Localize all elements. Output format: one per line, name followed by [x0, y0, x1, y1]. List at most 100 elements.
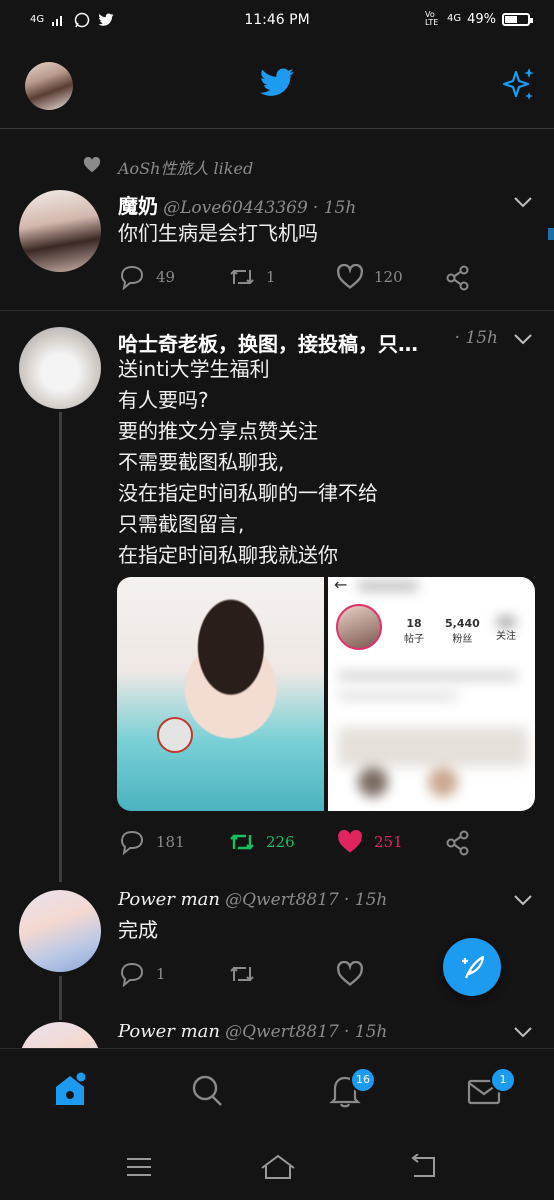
twitter-logo-icon[interactable] [259, 68, 295, 98]
tweet-text: 完成 [118, 918, 158, 942]
author-name[interactable]: Power man [118, 1021, 220, 1042]
share-icon[interactable] [444, 829, 472, 857]
tweet-author-avatar[interactable] [19, 327, 101, 409]
liked-banner: AoSh性旅人 liked [118, 159, 254, 178]
tweet-line: 只需截图留言, [118, 512, 245, 536]
chevron-down-icon[interactable] [513, 893, 533, 907]
author-handle[interactable]: @Love60443369 [163, 198, 308, 218]
heart-liked-icon [83, 157, 101, 173]
volte-indicator: Vo LTE [424, 10, 439, 27]
share-icon[interactable] [444, 264, 472, 292]
media-profile-screenshot[interactable]: ← 18 帖子 5,440 粉丝 关注 [328, 577, 535, 811]
retweet-button[interactable]: 226 [228, 829, 295, 855]
blurred-follow-value [497, 617, 515, 627]
tweet-time: · 15h [454, 328, 498, 348]
tweet-line: 送inti大学生福利 [118, 357, 270, 381]
network-indicator-right: 4G [446, 13, 462, 24]
tweet-media[interactable]: ← 18 帖子 5,440 粉丝 关注 [117, 577, 535, 811]
menu-icon[interactable] [125, 1156, 153, 1178]
back-arrow-icon: ← [334, 577, 348, 594]
tweet-time: · 15h [343, 890, 388, 910]
follow-stat: 关注 [496, 617, 516, 642]
tweet-text: 送inti大学生福利 有人要吗? 要的推文分享点赞关注 不需要截图私聊我, 没在… [118, 354, 538, 571]
reply-icon [120, 830, 144, 855]
posts-stat: 18 帖子 [404, 617, 424, 645]
blurred-username [358, 581, 418, 591]
author-name[interactable]: Power man [118, 889, 220, 910]
blurred-highlight [428, 767, 458, 797]
reply-button[interactable]: 49 [118, 264, 175, 290]
tweet-text: 你们生病是会打飞机吗 [118, 221, 318, 245]
search-icon [192, 1075, 222, 1106]
media-photo-selfie[interactable] [117, 577, 324, 811]
back-system-icon[interactable] [408, 1154, 438, 1180]
like-button[interactable]: 251 [336, 829, 403, 855]
heart-icon [336, 961, 364, 986]
profile-avatar-button[interactable] [25, 62, 73, 110]
like-count: 251 [374, 833, 403, 851]
bottom-navigation: 16 1 [0, 1048, 554, 1131]
tab-notifications[interactable]: 16 [328, 1067, 376, 1109]
retweet-active-icon [230, 834, 254, 850]
tweet-header: Power man @Qwert8817 · 15h [118, 889, 387, 910]
blurred-highlight [358, 767, 388, 797]
chevron-down-icon[interactable] [513, 1025, 533, 1039]
author-handle[interactable]: @Qwert8817 [225, 1022, 339, 1042]
chevron-down-icon[interactable] [513, 195, 533, 209]
retweet-icon [230, 269, 254, 285]
battery-icon [502, 12, 533, 26]
home-icon [56, 1072, 86, 1105]
home-system-icon[interactable] [258, 1152, 298, 1180]
scroll-indicator[interactable] [548, 228, 554, 240]
like-button[interactable]: 120 [336, 264, 403, 290]
retweet-button[interactable] [228, 961, 256, 987]
tweet-author-avatar[interactable] [19, 890, 101, 972]
blurred-bio [338, 692, 458, 700]
sparkle-icon[interactable] [500, 66, 536, 102]
author-name[interactable]: 魔奶 [118, 194, 158, 218]
tab-home[interactable] [52, 1069, 88, 1109]
messages-badge: 1 [490, 1067, 516, 1093]
reply-count: 49 [156, 268, 176, 286]
author-handle[interactable]: @Qwert8817 [225, 890, 339, 910]
posts-value: 18 [406, 617, 422, 630]
tweet-line: 要的推文分享点赞关注 [118, 419, 318, 443]
reply-button[interactable]: 181 [118, 829, 185, 855]
reply-button[interactable]: 1 [118, 961, 166, 987]
tweet-time: · 15h [343, 1022, 388, 1042]
notifications-badge: 16 [350, 1067, 376, 1093]
thread-line [59, 412, 62, 882]
heart-icon [336, 264, 364, 289]
reply-icon [120, 962, 144, 987]
retweet-count: 1 [266, 268, 276, 286]
compose-tweet-button[interactable] [443, 938, 501, 996]
status-bar: 4G 11:46 PM Vo LTE 4G 49% [0, 0, 554, 42]
retweet-icon [230, 966, 254, 982]
compose-feather-icon [462, 955, 485, 979]
fans-stat: 5,440 粉丝 [445, 617, 480, 645]
tweet-divider [0, 310, 554, 311]
tab-search[interactable] [190, 1073, 224, 1109]
like-button[interactable] [336, 961, 364, 987]
tab-messages[interactable]: 1 [466, 1067, 516, 1109]
tweet-author-avatar[interactable] [19, 190, 101, 272]
reply-icon [120, 265, 144, 290]
tweet-line: 没在指定时间私聊的一律不给 [118, 481, 378, 505]
tweet-time: · 15h [312, 198, 357, 218]
retweet-button[interactable]: 1 [228, 264, 276, 290]
tweet-line: 在指定时间私聊我就送你 [118, 543, 338, 567]
tweet-header: 魔奶 @Love60443369 · 15h [118, 190, 356, 219]
tweet-line: 有人要吗? [118, 388, 209, 412]
tweet-line: 不需要截图私聊我, [118, 450, 285, 474]
thread-line [59, 976, 62, 1020]
author-name[interactable]: 哈士奇老板，换图，接投稿，只… [118, 328, 418, 357]
reply-count: 1 [156, 965, 166, 983]
posts-label: 帖子 [404, 634, 424, 645]
heart-filled-icon [338, 829, 362, 853]
reply-count: 181 [156, 833, 185, 851]
chevron-down-icon[interactable] [513, 332, 533, 346]
fans-value: 5,440 [445, 617, 480, 630]
blurred-highlights [338, 727, 528, 767]
top-app-bar [0, 42, 554, 129]
school-badge [157, 717, 193, 753]
